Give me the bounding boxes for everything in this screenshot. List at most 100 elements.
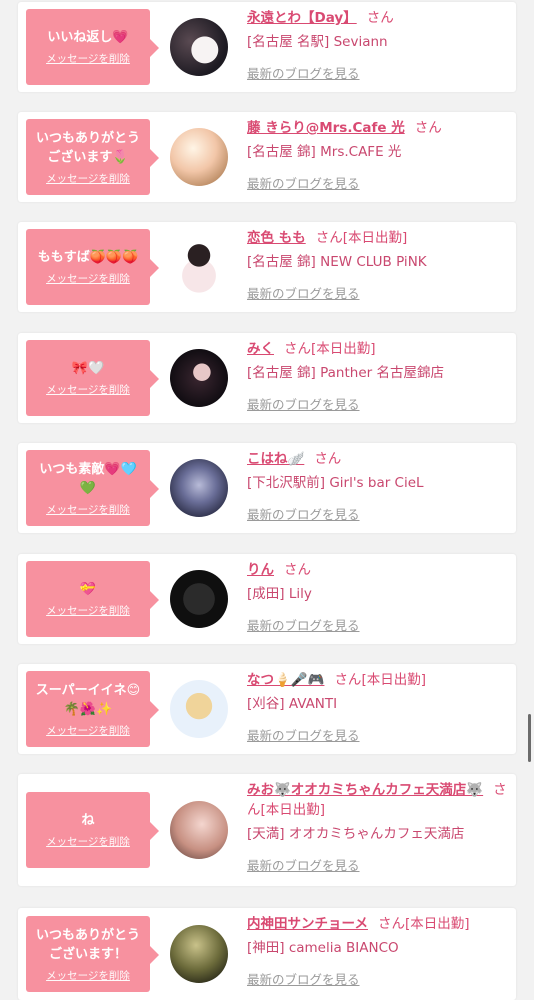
delete-message-link[interactable]: メッセージを削除: [46, 603, 130, 618]
user-name-link[interactable]: 藤 きらり@Mrs.Cafe 光: [247, 120, 405, 136]
user-info: 恋色 もも さん[本日出勤] [名古屋 錦] NEW CLUB PiNK 最新のブログ…: [247, 228, 513, 302]
delete-message-link[interactable]: メッセージを削除: [46, 382, 130, 397]
delete-message-link[interactable]: メッセージを削除: [46, 271, 130, 286]
user-info: みく さん[本日出勤] [名古屋 錦] Panther 名古屋錦店 最新のブログを見る: [247, 339, 513, 413]
latest-blog-link[interactable]: 最新のブログを見る: [247, 173, 360, 192]
avatar[interactable]: [170, 680, 228, 738]
user-name-link[interactable]: りん: [247, 562, 274, 578]
name-line: 永遠とわ【Day】 さん: [247, 8, 513, 28]
name-line: りん さん: [247, 560, 513, 580]
message-bubble: いつもありがとう ございます🌷 メッセージを削除: [26, 119, 159, 195]
shop-label: [神田] camelia BIANCO: [247, 940, 399, 956]
message-card: スーパーイイネ😊 🌴🌺✨ メッセージを削除 なつ🍦🎤🎮 さん[本日出勤] [刈谷] AV…: [18, 664, 516, 754]
avatar[interactable]: [170, 801, 228, 859]
message-card: いいね返し💗 メッセージを削除 永遠とわ【Day】 さん [名古屋 名駅] Sevian…: [18, 2, 516, 92]
scrollbar[interactable]: [528, 714, 531, 762]
message-card: 💝 メッセージを削除 りん さん [成田] Lily 最新のブログを見る: [18, 554, 516, 644]
user-info: こはね🪽 さん [下北沢駅前] Girl's bar CieL 最新のブログを見る: [247, 449, 513, 523]
shop-label: [成田] Lily: [247, 586, 312, 602]
honorific-label: さん: [334, 672, 362, 688]
honorific-label: さん: [284, 341, 311, 357]
user-name-link[interactable]: なつ🍦🎤🎮: [247, 672, 324, 688]
attendance-badge: [本日出勤]: [342, 230, 408, 246]
honorific-label: さん: [284, 562, 311, 578]
latest-blog-link[interactable]: 最新のブログを見る: [247, 283, 360, 302]
delete-message-link[interactable]: メッセージを削除: [46, 502, 130, 517]
attendance-badge: [本日出勤]: [311, 341, 376, 357]
shop-label: [名古屋 錦] NEW CLUB PiNK: [247, 254, 427, 270]
message-card: いつもありがとう ございます🌷 メッセージを削除 藤 きらり@Mrs.Cafe 光さ…: [18, 112, 516, 202]
avatar[interactable]: [170, 18, 228, 76]
message-bubble: 💝 メッセージを削除: [26, 561, 159, 637]
message-card: 🎀🤍 メッセージを削除 みく さん[本日出勤] [名古屋 錦] Panther 名古屋錦…: [18, 333, 516, 423]
message-bubble: ももすば🍑🍑🍑 メッセージを削除: [26, 229, 159, 305]
user-name-link[interactable]: みく: [247, 341, 274, 357]
shop-label: [名古屋 名駅] Seviann: [247, 34, 388, 50]
message-text: いつもありがとう ございます🌷: [35, 130, 140, 165]
message-card: いつもありがとう ございます！ メッセージを削除 内神田サンチョーメ さん[本日出勤]…: [18, 908, 516, 1000]
shop-label: [名古屋 錦] Panther 名古屋錦店: [247, 365, 444, 381]
latest-blog-link[interactable]: 最新のブログを見る: [247, 394, 360, 413]
message-card: いつも素敵💗🩵 💚 メッセージを削除 こはね🪽 さん [下北沢駅前] Girl's ba…: [18, 443, 516, 533]
message-bubble: いつも素敵💗🩵 💚 メッセージを削除: [26, 450, 159, 526]
user-info: 永遠とわ【Day】 さん [名古屋 名駅] Seviann 最新のブログを見る: [247, 8, 513, 82]
user-name-link[interactable]: みお🐺オオカミちゃんカフェ天満店🐺: [247, 782, 483, 798]
message-bubble: いいね返し💗 メッセージを削除: [26, 9, 159, 85]
name-line: 恋色 もも さん[本日出勤]: [247, 228, 513, 248]
user-info: みお🐺オオカミちゃんカフェ天満店🐺 さん[本日出勤] [天満] オオカミちゃんカフェ…: [247, 780, 513, 874]
message-card: ももすば🍑🍑🍑 メッセージを削除 恋色 もも さん[本日出勤] [名古屋 錦] NEW …: [18, 222, 516, 312]
user-info: 藤 きらり@Mrs.Cafe 光さん [名古屋 錦] Mrs.CAFE 光最新のブ…: [247, 118, 513, 192]
user-info: 内神田サンチョーメ さん[本日出勤] [神田] camelia BIANCO 最新のブ…: [247, 914, 513, 988]
message-text: いつもありがとう ございます！: [35, 927, 140, 962]
message-text: いいね返し💗: [47, 30, 129, 45]
delete-message-link[interactable]: メッセージを削除: [46, 723, 130, 738]
message-bubble: ねメッセージを削除: [26, 792, 159, 868]
name-line: みく さん[本日出勤]: [247, 339, 513, 359]
latest-blog-link[interactable]: 最新のブログを見る: [247, 504, 360, 523]
message-bubble: 🎀🤍 メッセージを削除: [26, 340, 159, 416]
avatar[interactable]: [170, 128, 228, 186]
shop-label: [名古屋 錦] Mrs.CAFE 光: [247, 144, 402, 160]
avatar[interactable]: [170, 349, 228, 407]
user-name-link[interactable]: こはね🪽: [247, 451, 304, 467]
avatar[interactable]: [170, 925, 228, 983]
user-name-link[interactable]: 内神田サンチョーメ: [247, 916, 368, 932]
message-text: 🎀🤍: [71, 361, 105, 376]
honorific-label: さん: [314, 451, 342, 467]
delete-message-link[interactable]: メッセージを削除: [46, 171, 130, 186]
delete-message-link[interactable]: メッセージを削除: [46, 51, 130, 66]
message-bubble: スーパーイイネ😊 🌴🌺✨ メッセージを削除: [26, 671, 159, 747]
shop-label: [下北沢駅前] Girl's bar CieL: [247, 475, 424, 491]
honorific-label: さん: [414, 120, 442, 136]
message-text: ね: [81, 813, 95, 828]
user-name-link[interactable]: 永遠とわ【Day】: [247, 10, 357, 26]
avatar[interactable]: [170, 238, 228, 296]
shop-label: [天満] オオカミちゃんカフェ天満店: [247, 826, 465, 842]
latest-blog-link[interactable]: 最新のブログを見る: [247, 725, 360, 744]
user-info: なつ🍦🎤🎮 さん[本日出勤] [刈谷] AVANTI 最新のブログを見る: [247, 670, 513, 744]
user-name-link[interactable]: 恋色 もも: [247, 230, 306, 246]
message-text: いつも素敵💗🩵 💚: [39, 461, 137, 496]
message-bubble: いつもありがとう ございます！ メッセージを削除: [26, 916, 159, 992]
message-text: スーパーイイネ😊 🌴🌺✨: [35, 682, 141, 717]
avatar[interactable]: [170, 570, 228, 628]
attendance-badge: [本日出勤]: [361, 672, 426, 688]
attendance-badge: [本日出勤]: [260, 802, 326, 818]
avatar[interactable]: [170, 459, 228, 517]
name-line: みお🐺オオカミちゃんカフェ天満店🐺 さん[本日出勤]: [247, 780, 513, 820]
latest-blog-link[interactable]: 最新のブログを見る: [247, 615, 360, 634]
attendance-badge: [本日出勤]: [404, 916, 470, 932]
name-line: 藤 きらり@Mrs.Cafe 光さん: [247, 118, 513, 138]
message-text: 💝: [79, 582, 97, 597]
latest-blog-link[interactable]: 最新のブログを見る: [247, 855, 360, 874]
delete-message-link[interactable]: メッセージを削除: [46, 968, 130, 983]
name-line: 内神田サンチョーメ さん[本日出勤]: [247, 914, 513, 934]
message-card: ねメッセージを削除 みお🐺オオカミちゃんカフェ天満店🐺 さん[本日出勤] [天満] オ…: [18, 774, 516, 886]
delete-message-link[interactable]: メッセージを削除: [46, 834, 130, 849]
user-info: りん さん [成田] Lily 最新のブログを見る: [247, 560, 513, 634]
honorific-label: さん: [315, 230, 343, 246]
honorific-label: さん: [366, 10, 394, 26]
latest-blog-link[interactable]: 最新のブログを見る: [247, 969, 360, 988]
latest-blog-link[interactable]: 最新のブログを見る: [247, 63, 360, 82]
message-text: ももすば🍑🍑🍑: [37, 250, 139, 265]
